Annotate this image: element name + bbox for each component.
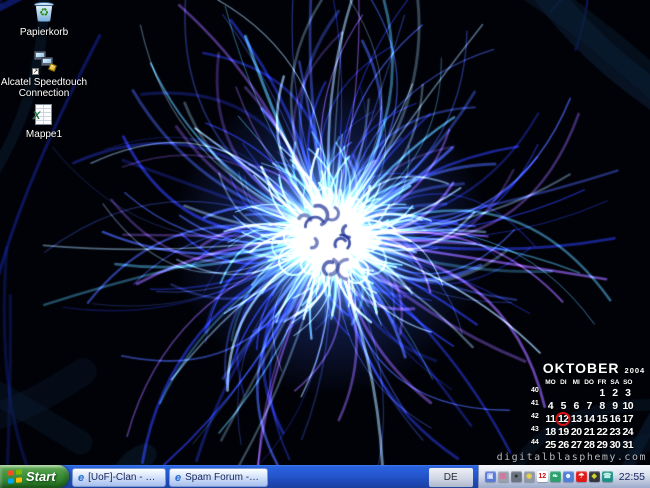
desktop-icon-label: Mappe1 (0, 129, 94, 140)
calendar-title: OKTOBER 2004 (531, 360, 647, 376)
calendar-week-row: 4318192021222324 (531, 425, 647, 438)
calendar-day-cell: 29 (596, 439, 609, 451)
excel-file-icon: X (31, 103, 57, 127)
calendar-day-header: DI (557, 379, 570, 386)
calendar-day-cell: 15 (596, 413, 609, 425)
virtual-drive-icon[interactable]: ◆ (589, 471, 600, 482)
calendar-month: OKTOBER (543, 360, 620, 376)
calendar-day-cell: 24 (621, 426, 634, 438)
calendar-day-header: MI (570, 379, 583, 386)
taskbar-task-uof-clan[interactable]: e [UoF]-Clan - Union of... (72, 468, 166, 487)
calendar-day-cell: 13 (570, 413, 583, 425)
calendar-day-cell: 6 (570, 400, 583, 412)
task-button-label: Spam Forum -- [UoF]-... (185, 472, 262, 483)
internet-explorer-icon: e (78, 472, 84, 484)
calendar-day-cell: 26 (557, 439, 570, 451)
calendar-day-cell: 27 (570, 439, 583, 451)
calendar-day-cell: 28 (583, 439, 596, 451)
calendar-day-cell: 19 (557, 426, 570, 438)
calendar-day-cell: 7 (583, 400, 596, 412)
calendar-day-header: MO (544, 379, 557, 386)
calendar-week-row: 40 123 (531, 386, 647, 399)
calendar-day-cell: 1 (596, 387, 609, 399)
calendar-day-cell: 14 (583, 413, 596, 425)
calendar-day-cell: 9 (608, 400, 621, 412)
calendar-day-cell: 20 (570, 426, 583, 438)
calendar-day-cell: 23 (608, 426, 621, 438)
calendar-week-number: 40 (531, 387, 544, 394)
calendar-day-cell: 4 (544, 400, 557, 412)
system-tray: ▣▥●◉12❧☻☂◆☎ 22:55 (478, 465, 650, 488)
calendar-week-row: 4425262728293031 (531, 438, 647, 451)
calendar-day-cell: 12 (557, 413, 570, 425)
internet-explorer-icon: e (175, 472, 181, 484)
messenger-icon[interactable]: ▣ (485, 471, 496, 482)
calendar-day-cell: 17 (621, 413, 634, 425)
language-indicator[interactable]: DE (429, 468, 473, 487)
desktop-icon-speedtouch-connection[interactable]: ↗ Alcatel Speedtouch Connection (0, 51, 94, 99)
windows-flag-icon (8, 469, 22, 483)
wallpaper-calendar: OKTOBER 2004 MODIMIDOFRSASO 401234145678… (531, 360, 647, 451)
desktop-icon-label: Alcatel Speedtouch (0, 77, 94, 88)
recycle-bin-icon: ♻ (31, 1, 57, 25)
calendar-week-number: 42 (531, 413, 544, 420)
calendar-day-header: FR (596, 379, 609, 386)
calendar-week-number: 41 (531, 400, 544, 407)
taskbar: Start e [UoF]-Clan - Union of... e Spam … (0, 465, 650, 488)
dialup-monitor-icon[interactable]: ☎ (602, 471, 613, 482)
desktop-icon-recycle-bin[interactable]: ♻ Papierkorb (0, 1, 94, 38)
display-utility-icon[interactable]: ▥ (498, 471, 509, 482)
calendar-day-cell: 25 (544, 439, 557, 451)
calendar-day-cell: 18 (544, 426, 557, 438)
instant-messenger-icon[interactable]: ☻ (563, 471, 574, 482)
calendar-day-cell: 8 (596, 400, 609, 412)
scheduler-icon[interactable]: ● (511, 471, 522, 482)
calendar-week-number: 43 (531, 426, 544, 433)
antivirus-icon[interactable]: ☂ (576, 471, 587, 482)
taskbar-clock[interactable]: 22:55 (619, 471, 645, 483)
calendar-grid: 4012341456789104211121314151617431819202… (531, 386, 647, 451)
taskbar-task-spam-forum[interactable]: e Spam Forum -- [UoF]-... (169, 468, 268, 487)
calendar-day-cell: 21 (583, 426, 596, 438)
calendar-week-number: 44 (531, 439, 544, 446)
shortcut-arrow-icon: ↗ (32, 68, 39, 75)
calendar-day-cell: 3 (621, 387, 634, 399)
update-utility-icon[interactable]: ◉ (524, 471, 535, 482)
desktop-screen: ♻ Papierkorb ↗ Alcatel Speedtouch Connec… (0, 0, 650, 488)
wallpaper-credit-text: digitalblasphemy.com (497, 452, 647, 463)
tray-calendar-icon[interactable]: 12 (537, 471, 548, 482)
network-connection-icon: ↗ (31, 51, 57, 75)
calendar-year: 2004 (625, 366, 646, 375)
calendar-day-cell: 10 (621, 400, 634, 412)
desktop-icon-label: Papierkorb (0, 27, 94, 38)
connector-spark-icon (48, 63, 57, 72)
tray-icon-group: ▣▥●◉12❧☻☂◆☎ (484, 471, 614, 482)
desktop-icon-excel-workbook[interactable]: X Mappe1 (0, 103, 94, 140)
calendar-day-cell: 22 (596, 426, 609, 438)
calendar-day-header: DO (583, 379, 596, 386)
calendar-day-cell: 2 (608, 387, 621, 399)
calendar-day-cell: 5 (557, 400, 570, 412)
calendar-day-headers: MODIMIDOFRSASO (531, 379, 647, 386)
desktop-icon-label-line2: Connection (0, 88, 94, 99)
calendar-week-row: 4145678910 (531, 399, 647, 412)
calendar-week-row: 4211121314151617 (531, 412, 647, 425)
calendar-day-cell: 31 (621, 439, 634, 451)
power-scheme-icon[interactable]: ❧ (550, 471, 561, 482)
task-button-label: [UoF]-Clan - Union of... (88, 472, 160, 483)
calendar-day-cell: 16 (608, 413, 621, 425)
calendar-day-header: SA (608, 379, 621, 386)
calendar-highlight-ring (556, 412, 571, 426)
calendar-day-cell: 30 (608, 439, 621, 451)
start-button-label: Start (26, 469, 56, 484)
start-button[interactable]: Start (0, 465, 69, 488)
calendar-day-header: SO (621, 379, 634, 386)
